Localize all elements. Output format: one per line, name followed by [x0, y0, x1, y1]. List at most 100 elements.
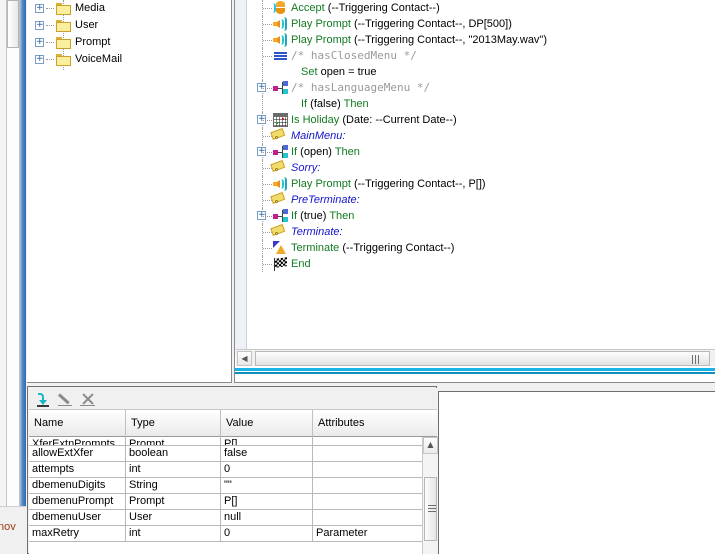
tree-item-label: Media: [75, 2, 105, 14]
cell-type[interactable]: Prompt: [126, 494, 221, 510]
grip-icon: [428, 505, 436, 513]
cell-name[interactable]: XferExtnPrompts: [29, 437, 126, 445]
table-row[interactable]: dbemenuDigits String "": [29, 478, 422, 494]
script-row[interactable]: Sorry:: [248, 160, 715, 176]
script-rows-container[interactable]: Accept (--Triggering Contact--) Play Prom…: [248, 0, 715, 355]
cell-attributes[interactable]: [313, 446, 422, 462]
variables-scroll-thumb[interactable]: [424, 477, 437, 541]
tag-icon: [270, 128, 288, 143]
cell-value[interactable]: "": [221, 478, 313, 494]
cell-type[interactable]: User: [126, 510, 221, 526]
cell-type[interactable]: boolean: [126, 446, 221, 462]
table-row[interactable]: attempts int 0: [29, 462, 422, 478]
table-row[interactable]: maxRetry int 0 Parameter: [29, 526, 422, 542]
script-editor-panel[interactable]: Accept (--Triggering Contact--) Play Prom…: [234, 0, 715, 383]
table-row[interactable]: dbemenuUser User null: [29, 510, 422, 526]
cell-type[interactable]: int: [126, 526, 221, 542]
app-window: nov + Media + User + Prompt + VoiceMail Accept …: [0, 0, 715, 554]
panel-accent-bar: [235, 368, 715, 371]
tree-item-prompt[interactable]: + Prompt: [27, 34, 231, 51]
edit-variable-button[interactable]: [57, 391, 74, 408]
cell-value[interactable]: null: [221, 510, 313, 526]
expander-icon[interactable]: +: [35, 21, 44, 30]
expander-icon[interactable]: +: [35, 4, 44, 13]
script-text-span: open = true: [320, 66, 377, 78]
script-row[interactable]: + If (true) Then: [248, 208, 715, 224]
cell-name[interactable]: dbemenuDigits: [29, 478, 126, 494]
script-row[interactable]: + If (open) Then: [248, 144, 715, 160]
script-row[interactable]: Play Prompt (--Triggering Contact--, DP[…: [248, 16, 715, 32]
cell-attributes[interactable]: [313, 437, 422, 445]
script-text-span: /* hasClosedMenu */: [291, 49, 417, 62]
script-text-span: If: [291, 210, 301, 222]
script-text-span: (--Triggering Contact--, P[]): [353, 178, 486, 190]
table-row[interactable]: XferExtnPrompts Prompt P[]: [29, 437, 422, 446]
column-header-name[interactable]: Name: [29, 410, 126, 437]
import-variable-button[interactable]: [35, 391, 52, 408]
script-row[interactable]: PreTerminate:: [248, 192, 715, 208]
cell-attributes[interactable]: [313, 494, 422, 510]
panel-accent-bar-dark: [235, 372, 715, 374]
script-row[interactable]: Play Prompt (--Triggering Contact--, "20…: [248, 32, 715, 48]
folder-icon: [56, 36, 71, 49]
cell-value[interactable]: 0: [221, 526, 313, 542]
branch-icon: [273, 145, 288, 159]
script-row[interactable]: Play Prompt (--Triggering Contact--, P[]…: [248, 176, 715, 192]
cell-value[interactable]: false: [221, 446, 313, 462]
column-header-type[interactable]: Type: [126, 410, 221, 437]
tree-item-voicemail[interactable]: + VoiceMail: [27, 51, 231, 68]
cell-type[interactable]: Prompt: [126, 437, 221, 445]
script-text-span: MainMenu:: [291, 130, 346, 142]
tree-connector: [263, 24, 272, 25]
tree-connector: [263, 248, 272, 249]
script-horizontal-scrollbar[interactable]: ◀: [236, 349, 715, 366]
column-header-value[interactable]: Value: [221, 410, 313, 437]
column-header-attributes[interactable]: Attributes: [313, 410, 422, 437]
expander-icon[interactable]: +: [35, 55, 44, 64]
cell-attributes[interactable]: Parameter: [313, 526, 422, 542]
cell-attributes[interactable]: [313, 478, 422, 494]
script-row[interactable]: MainMenu:: [248, 128, 715, 144]
script-row[interactable]: Set open = true: [248, 64, 715, 80]
table-row[interactable]: dbemenuPrompt Prompt P[]: [29, 494, 422, 510]
table-row[interactable]: allowExtXfer boolean false: [29, 446, 422, 462]
script-row[interactable]: /* hasClosedMenu */: [248, 48, 715, 64]
script-row[interactable]: If (false) Then: [248, 96, 715, 112]
cell-value[interactable]: P[]: [221, 437, 313, 445]
variables-table-body[interactable]: XferExtnPrompts Prompt P[] allowExtXfer bool…: [29, 437, 422, 554]
script-row[interactable]: + Is Holiday (Date: --Current Date--): [248, 112, 715, 128]
tree-item-user[interactable]: + User: [27, 17, 231, 34]
script-row-text: End: [291, 256, 311, 272]
cell-name[interactable]: allowExtXfer: [29, 446, 126, 462]
script-row[interactable]: Terminate (--Triggering Contact--): [248, 240, 715, 256]
folder-tree-panel[interactable]: + Media + User + Prompt + VoiceMail: [27, 0, 232, 383]
cell-type[interactable]: String: [126, 478, 221, 494]
script-hscroll-thumb[interactable]: [255, 351, 710, 366]
expander-icon[interactable]: +: [35, 38, 44, 47]
delete-variable-button[interactable]: [79, 391, 96, 408]
cell-name[interactable]: dbemenuUser: [29, 510, 126, 526]
script-text-span: Is Holiday: [291, 114, 343, 126]
grip-icon: [692, 355, 701, 364]
script-row-text: Play Prompt (--Triggering Contact--, DP[…: [291, 16, 512, 32]
tree-item-label: Prompt: [75, 36, 111, 48]
script-text-span: Sorry:: [291, 162, 321, 174]
tree-item-media[interactable]: + Media: [27, 0, 231, 17]
cell-attributes[interactable]: [313, 462, 422, 478]
variables-vertical-scrollbar[interactable]: ▲: [422, 437, 438, 554]
cell-name[interactable]: maxRetry: [29, 526, 126, 542]
script-row[interactable]: +/* hasLanguageMenu */: [248, 80, 715, 96]
cell-type[interactable]: int: [126, 462, 221, 478]
scroll-up-arrow-icon[interactable]: ▲: [423, 437, 438, 454]
cell-name[interactable]: attempts: [29, 462, 126, 478]
script-row[interactable]: Terminate:: [248, 224, 715, 240]
cell-attributes[interactable]: [313, 510, 422, 526]
script-row[interactable]: Accept (--Triggering Contact--): [248, 0, 715, 16]
cell-name[interactable]: dbemenuPrompt: [29, 494, 126, 510]
cell-value[interactable]: P[]: [221, 494, 313, 510]
left-scrollbar-thumb[interactable]: [7, 0, 19, 48]
cell-value[interactable]: 0: [221, 462, 313, 478]
left-scrollbar-track[interactable]: [20, 0, 26, 554]
scroll-left-arrow-icon[interactable]: ◀: [237, 351, 252, 366]
script-row[interactable]: End: [248, 256, 715, 272]
